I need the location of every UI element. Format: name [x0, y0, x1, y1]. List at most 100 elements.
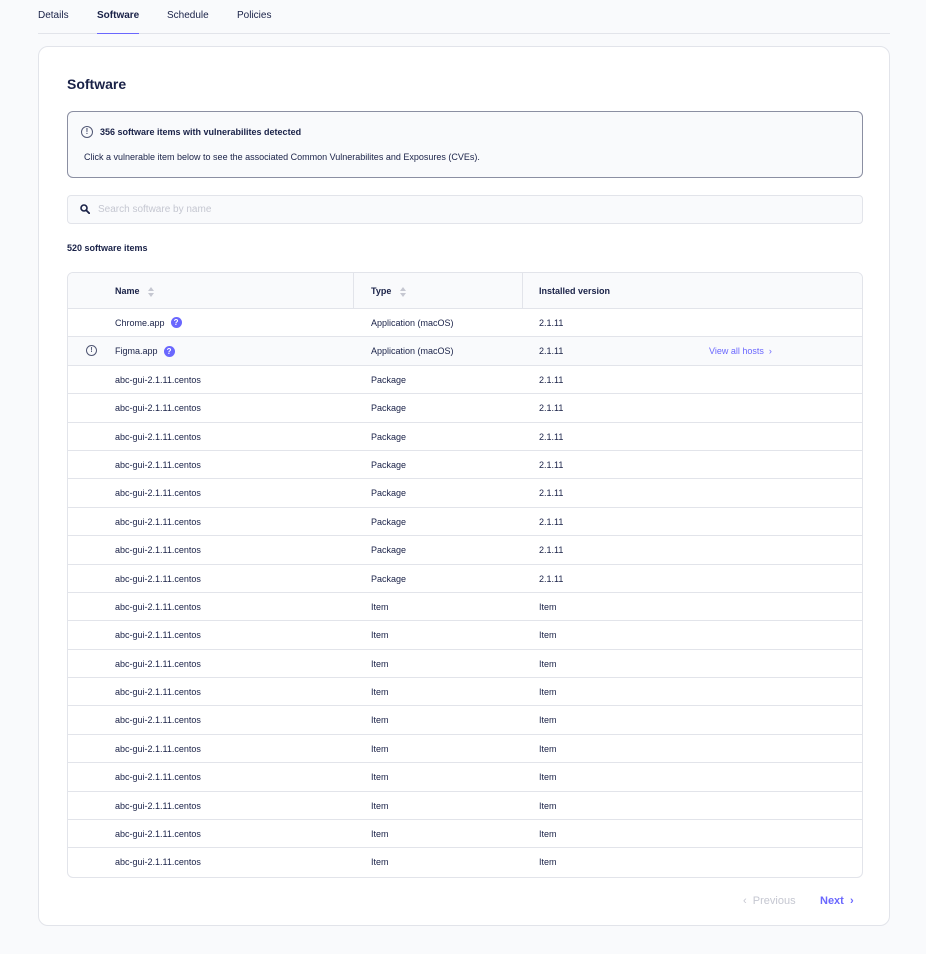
- table-row[interactable]: abc-gui-2.1.11.centos Item Item: [68, 621, 862, 650]
- table-row[interactable]: abc-gui-2.1.11.centos Package 2.1.11: [68, 394, 862, 423]
- table-row[interactable]: abc-gui-2.1.11.centos Package 2.1.11: [68, 536, 862, 565]
- table-row[interactable]: abc-gui-2.1.11.centos Package 2.1.11: [68, 479, 862, 508]
- tab-details[interactable]: Details: [38, 10, 69, 34]
- cell-name: abc-gui-2.1.11.centos: [115, 366, 201, 394]
- table-row[interactable]: abc-gui-2.1.11.centos Item Item: [68, 593, 862, 622]
- cell-type: Item: [371, 829, 389, 840]
- cell-name: abc-gui-2.1.11.centos: [115, 508, 201, 536]
- tab-schedule[interactable]: Schedule: [167, 10, 209, 34]
- table-row[interactable]: abc-gui-2.1.11.centos Item Item: [68, 735, 862, 764]
- table-row[interactable]: abc-gui-2.1.11.centos Package 2.1.11: [68, 451, 862, 480]
- next-page-button[interactable]: Next ›: [820, 895, 854, 907]
- tab-policies[interactable]: Policies: [237, 10, 271, 34]
- table-row[interactable]: abc-gui-2.1.11.centos Package 2.1.11: [68, 508, 862, 537]
- table-row[interactable]: abc-gui-2.1.11.centos Item Item: [68, 792, 862, 821]
- table-row[interactable]: abc-gui-2.1.11.centos Package 2.1.11: [68, 423, 862, 451]
- cell-installed-version: Item: [539, 687, 557, 698]
- cell-name: abc-gui-2.1.11.centos: [115, 451, 201, 479]
- cell-name: abc-gui-2.1.11.centos: [115, 423, 201, 451]
- cell-installed-version: Item: [539, 857, 557, 868]
- software-count: 520 software items: [67, 243, 148, 253]
- cell-name: abc-gui-2.1.11.centos: [115, 820, 201, 848]
- software-name: abc-gui-2.1.11.centos: [115, 516, 201, 527]
- search-box: [67, 195, 863, 224]
- page-title: Software: [67, 76, 127, 92]
- cell-type: Package: [371, 516, 407, 527]
- software-name: abc-gui-2.1.11.centos: [115, 601, 201, 612]
- chevron-right-icon: ›: [763, 346, 772, 357]
- cell-installed-version: 2.1.11: [539, 431, 564, 442]
- cell-type: Package: [371, 573, 407, 584]
- cell-installed-version: 2.1.11: [539, 573, 564, 584]
- alert-body: Click a vulnerable item below to see the…: [84, 152, 480, 162]
- sort-arrows-icon: [399, 286, 406, 297]
- table-row[interactable]: abc-gui-2.1.11.centos Item Item: [68, 848, 862, 876]
- cell-type: Item: [371, 601, 389, 612]
- help-icon[interactable]: ?: [170, 317, 182, 329]
- software-name: abc-gui-2.1.11.centos: [115, 403, 201, 414]
- table-row[interactable]: abc-gui-2.1.11.centos Item Item: [68, 763, 862, 792]
- cell-name: abc-gui-2.1.11.centos: [115, 650, 201, 678]
- cell-installed-version: Item: [539, 601, 557, 612]
- cell-installed-version: 2.1.11: [539, 346, 564, 357]
- table-row[interactable]: abc-gui-2.1.11.centos Item Item: [68, 820, 862, 849]
- cell-type: Item: [371, 687, 389, 698]
- table-row[interactable]: abc-gui-2.1.11.centos Package 2.1.11: [68, 565, 862, 593]
- cell-installed-version: 2.1.11: [539, 516, 564, 527]
- cell-type: Item: [371, 800, 389, 811]
- software-name: Chrome.app: [115, 318, 165, 328]
- software-name: abc-gui-2.1.11.centos: [115, 800, 201, 811]
- help-icon[interactable]: ?: [163, 345, 175, 357]
- cell-name: abc-gui-2.1.11.centos: [115, 792, 201, 820]
- software-name: abc-gui-2.1.11.centos: [115, 488, 201, 499]
- cell-type: Item: [371, 857, 389, 868]
- cell-installed-version: 2.1.11: [539, 318, 564, 328]
- software-card: Software ! 356 software items with vulne…: [38, 46, 890, 926]
- cell-name: abc-gui-2.1.11.centos: [115, 593, 201, 621]
- table-row[interactable]: abc-gui-2.1.11.centos Item Item: [68, 706, 862, 735]
- cell-installed-version: Item: [539, 715, 557, 726]
- cell-type: Package: [371, 374, 407, 385]
- software-name: abc-gui-2.1.11.centos: [115, 829, 201, 840]
- column-header-name[interactable]: Name: [115, 273, 155, 309]
- table-row[interactable]: abc-gui-2.1.11.centos Package 2.1.11: [68, 366, 862, 395]
- search-input[interactable]: [98, 196, 848, 223]
- cell-name: abc-gui-2.1.11.centos: [115, 706, 201, 734]
- tab-bar: Details Software Schedule Policies: [38, 0, 890, 34]
- cell-name: Chrome.app?: [115, 309, 182, 337]
- cell-name: abc-gui-2.1.11.centos: [115, 848, 201, 876]
- cell-type: Package: [371, 459, 407, 470]
- column-label: Name: [115, 286, 140, 296]
- tab-software[interactable]: Software: [97, 10, 140, 34]
- table-row[interactable]: Chrome.app? Application (macOS) 2.1.11: [68, 309, 862, 338]
- software-name: abc-gui-2.1.11.centos: [115, 715, 201, 726]
- table-row[interactable]: abc-gui-2.1.11.centos Item Item: [68, 678, 862, 707]
- column-header-type[interactable]: Type: [371, 273, 406, 309]
- cell-type: Item: [371, 658, 389, 669]
- info-circle-icon: !: [81, 126, 93, 138]
- cell-installed-version: Item: [539, 772, 557, 783]
- cell-type: Application (macOS): [371, 346, 454, 357]
- cell-installed-version: 2.1.11: [539, 545, 564, 556]
- cell-installed-version: Item: [539, 800, 557, 811]
- vulnerability-alert: ! 356 software items with vulnerabilites…: [67, 111, 863, 178]
- cell-type: Package: [371, 545, 407, 556]
- software-name: abc-gui-2.1.11.centos: [115, 772, 201, 783]
- previous-page-button[interactable]: ‹ Previous: [743, 895, 796, 907]
- table-row[interactable]: abc-gui-2.1.11.centos Item Item: [68, 650, 862, 679]
- cell-name: abc-gui-2.1.11.centos: [115, 565, 201, 593]
- cell-type: Item: [371, 743, 389, 754]
- software-name: abc-gui-2.1.11.centos: [115, 687, 201, 698]
- cell-installed-version: Item: [539, 743, 557, 754]
- cell-name: abc-gui-2.1.11.centos: [115, 735, 201, 763]
- cell-installed-version: Item: [539, 658, 557, 669]
- column-label: Type: [371, 286, 392, 296]
- table-row[interactable]: ! Figma.app? Application (macOS) 2.1.11 View…: [68, 337, 862, 366]
- sort-arrows-icon: [148, 286, 155, 297]
- view-all-hosts-link[interactable]: View all hosts ›: [709, 337, 772, 365]
- cell-type: Package: [371, 488, 407, 499]
- column-header-installed-version: Installed version: [539, 286, 611, 296]
- cell-name: abc-gui-2.1.11.centos: [115, 678, 201, 706]
- next-label: Next: [820, 895, 844, 907]
- software-name: abc-gui-2.1.11.centos: [115, 374, 201, 385]
